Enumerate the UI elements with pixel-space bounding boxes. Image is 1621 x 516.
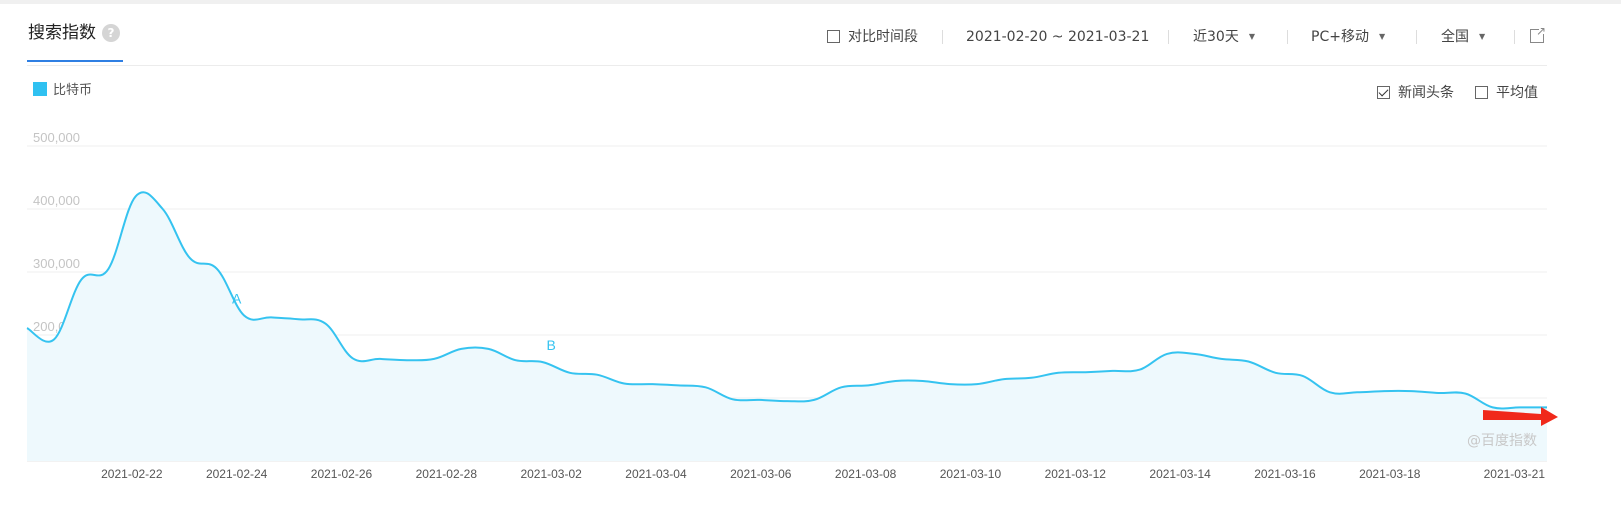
x-tick-label: 2021-02-24 xyxy=(206,467,268,481)
x-tick-label: 2021-02-28 xyxy=(416,467,478,481)
x-tick-label: 2021-03-18 xyxy=(1359,467,1421,481)
trend-chart[interactable]: 100,000200,000300,000400,000500,0002021-… xyxy=(0,0,1621,516)
x-tick-label: 2021-02-22 xyxy=(101,467,163,481)
x-tick-label: 2021-03-06 xyxy=(730,467,792,481)
x-tick-label: 2021-03-16 xyxy=(1254,467,1316,481)
x-tick-label: 2021-03-21 xyxy=(1484,467,1546,481)
y-tick-label: 400,000 xyxy=(33,193,80,208)
y-tick-label: 300,000 xyxy=(33,256,80,271)
x-tick-label: 2021-03-10 xyxy=(940,467,1002,481)
series-area xyxy=(27,192,1547,462)
x-tick-label: 2021-02-26 xyxy=(311,467,373,481)
x-tick-label: 2021-03-12 xyxy=(1045,467,1107,481)
x-tick-label: 2021-03-04 xyxy=(625,467,687,481)
x-tick-label: 2021-03-02 xyxy=(520,467,582,481)
x-tick-label: 2021-03-14 xyxy=(1149,467,1211,481)
x-tick-label: 2021-03-08 xyxy=(835,467,897,481)
annotation-marker[interactable]: B xyxy=(546,337,555,353)
annotation-marker[interactable]: A xyxy=(232,290,242,306)
watermark-text: @百度指数 xyxy=(1467,433,1537,449)
y-tick-label: 500,000 xyxy=(33,130,80,145)
